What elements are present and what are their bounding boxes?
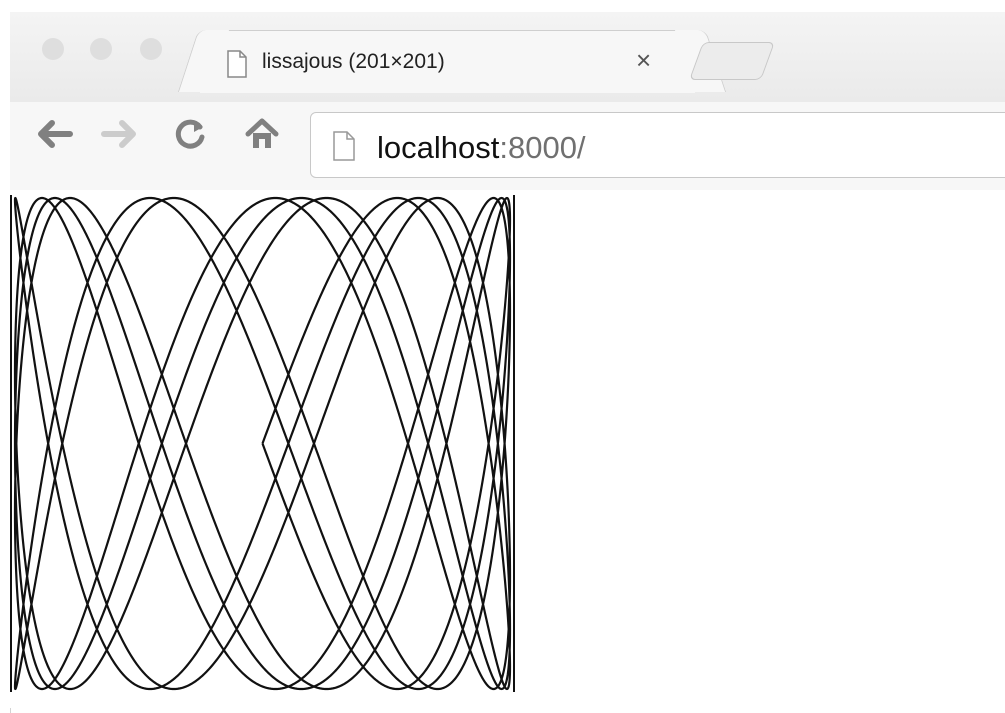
tab-title: lissajous (201×201) [262, 50, 445, 73]
new-tab-button[interactable] [689, 42, 775, 80]
back-arrow-icon[interactable] [34, 117, 74, 157]
lissajous-curve [13, 196, 512, 691]
forward-arrow-icon[interactable] [100, 117, 140, 157]
home-icon[interactable] [244, 117, 280, 157]
page-icon [226, 50, 248, 83]
url-host: localhost [377, 130, 500, 165]
page-icon [332, 131, 356, 166]
reload-icon[interactable] [172, 117, 208, 157]
lissajous-image [10, 195, 515, 692]
maximize-window-button[interactable] [140, 38, 162, 60]
url-text[interactable]: localhost:8000/ [377, 130, 586, 166]
tab-close-icon[interactable]: × [636, 47, 651, 73]
url-port-path: :8000/ [499, 130, 586, 165]
close-window-button[interactable] [42, 38, 64, 60]
minimize-window-button[interactable] [90, 38, 112, 60]
